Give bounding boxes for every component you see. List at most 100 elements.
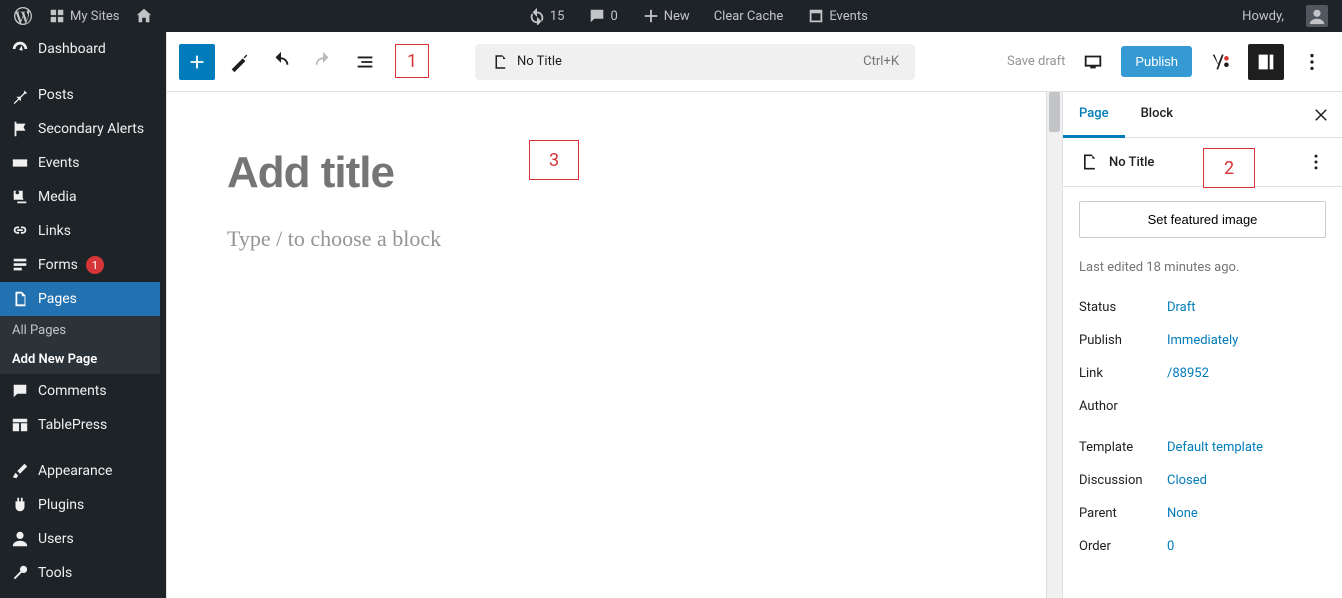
settings-tabs: Page Block (1063, 92, 1342, 138)
editor-toolbar: No Title Ctrl+K Save draft Publish 1 (167, 32, 1342, 92)
settings-toggle-button[interactable] (1248, 44, 1284, 80)
sidebar-item-users[interactable]: Users (0, 522, 160, 556)
clear-cache[interactable]: Clear Cache (708, 0, 790, 32)
tab-page[interactable]: Page (1063, 92, 1125, 138)
my-sites[interactable]: My Sites (42, 0, 125, 32)
row-order[interactable]: Order0 (1063, 530, 1342, 563)
undo-button[interactable] (263, 44, 299, 80)
sidebar-item-label: Links (38, 223, 71, 239)
page-title-label: No Title (1109, 155, 1154, 170)
sidebar-item-plugins[interactable]: Plugins (0, 488, 160, 522)
sidebar-item-tablepress[interactable]: TablePress (0, 408, 160, 442)
sidebar-item-label: Events (38, 155, 79, 171)
adminbar: My Sites 15 0 New Clear Cache Events How… (0, 0, 1342, 32)
sites-icon (48, 7, 66, 25)
canvas-scrollbar[interactable] (1046, 92, 1062, 598)
sidebar-item-comments[interactable]: Comments (0, 374, 160, 408)
yoast-button[interactable] (1202, 44, 1238, 80)
redo-button[interactable] (305, 44, 341, 80)
home-link[interactable] (129, 0, 159, 32)
sidebar-item-posts[interactable]: Posts (0, 78, 160, 112)
document-bar[interactable]: No Title Ctrl+K (475, 44, 915, 80)
row-template[interactable]: TemplateDefault template (1063, 431, 1342, 464)
close-settings-button[interactable] (1308, 102, 1334, 128)
sidebar-item-dashboard[interactable]: Dashboard (0, 32, 160, 66)
submenu-add-new-page[interactable]: Add New Page (0, 345, 160, 374)
refresh-icon (528, 7, 546, 25)
new-content[interactable]: New (636, 0, 696, 32)
sidebar-item-secondary-alerts[interactable]: Secondary Alerts (0, 112, 160, 146)
clear-cache-label: Clear Cache (714, 9, 784, 24)
pages-icon (10, 290, 30, 308)
sidebar-item-label: Plugins (38, 497, 84, 513)
sidebar-item-tools[interactable]: Tools (0, 556, 160, 590)
admin-sidebar: Dashboard Posts Secondary Alerts Events … (0, 32, 160, 598)
form-icon (10, 256, 30, 274)
flag-icon (10, 120, 30, 138)
sidebar-item-label: Pages (38, 291, 77, 307)
sidebar-item-label: Appearance (38, 463, 112, 479)
plus-icon (642, 7, 660, 25)
save-draft-button[interactable]: Save draft (1007, 54, 1065, 69)
user-icon (1306, 5, 1328, 27)
updates-count: 15 (550, 9, 565, 24)
wordpress-icon (14, 7, 32, 25)
submenu-all-pages[interactable]: All Pages (0, 316, 160, 345)
sidebar-item-media[interactable]: Media (0, 180, 160, 214)
dashboard-icon (10, 40, 30, 58)
row-link[interactable]: Link/88952 (1063, 357, 1342, 390)
calendar-icon (807, 7, 825, 25)
doc-shortcut: Ctrl+K (863, 54, 899, 69)
brush-icon (10, 462, 30, 480)
media-icon (10, 188, 30, 206)
set-featured-image-button[interactable]: Set featured image (1079, 201, 1326, 238)
add-block-button[interactable] (179, 44, 215, 80)
document-overview-button[interactable] (347, 44, 383, 80)
settings-panel: Page Block No Title Set featured image L… (1062, 92, 1342, 598)
post-body-placeholder[interactable]: Type / to choose a block (227, 226, 986, 252)
sidebar-item-label: Secondary Alerts (38, 121, 144, 137)
last-edited-label: Last edited 18 minutes ago. (1063, 252, 1342, 291)
sidebar-item-pages[interactable]: Pages (0, 282, 160, 316)
publish-button[interactable]: Publish (1121, 46, 1192, 77)
sidebar-item-label: Users (38, 531, 74, 547)
sidebar-item-forms[interactable]: Forms 1 (0, 248, 160, 282)
user-avatar[interactable] (1300, 0, 1334, 32)
editor-canvas[interactable]: Type / to choose a block 3 (167, 92, 1046, 598)
more-options-button[interactable] (1294, 44, 1330, 80)
table-icon (10, 416, 30, 434)
row-parent[interactable]: ParentNone (1063, 497, 1342, 530)
page-icon (491, 53, 509, 71)
sidebar-item-appearance[interactable]: Appearance (0, 454, 160, 488)
editor: No Title Ctrl+K Save draft Publish 1 (166, 32, 1342, 598)
comments-icon (10, 382, 30, 400)
post-title-input[interactable] (227, 148, 986, 198)
events-adminbar[interactable]: Events (801, 0, 873, 32)
home-icon (135, 7, 153, 25)
page-actions-button[interactable] (1306, 152, 1326, 172)
page-icon (1079, 152, 1099, 172)
tab-block[interactable]: Block (1125, 92, 1189, 137)
comments-bubble[interactable]: 0 (582, 0, 623, 32)
new-label: New (664, 9, 690, 24)
row-author[interactable]: Author (1063, 390, 1342, 423)
howdy[interactable]: Howdy, (1236, 0, 1290, 32)
wp-logo[interactable] (8, 0, 38, 32)
row-publish[interactable]: PublishImmediately (1063, 324, 1342, 357)
comments-count: 0 (610, 9, 617, 24)
comment-icon (588, 7, 606, 25)
ticket-icon (10, 154, 30, 172)
wrench-icon (10, 564, 30, 582)
sidebar-item-label: TablePress (38, 417, 107, 433)
preview-button[interactable] (1075, 44, 1111, 80)
pin-icon (10, 86, 30, 104)
row-status[interactable]: StatusDraft (1063, 291, 1342, 324)
tools-button[interactable] (221, 44, 257, 80)
sidebar-item-events[interactable]: Events (0, 146, 160, 180)
sidebar-item-label: Forms (38, 257, 78, 273)
sidebar-item-links[interactable]: Links (0, 214, 160, 248)
sidebar-item-label: Media (38, 189, 77, 205)
updates[interactable]: 15 (522, 0, 571, 32)
row-discussion[interactable]: DiscussionClosed (1063, 464, 1342, 497)
forms-badge: 1 (86, 256, 104, 274)
